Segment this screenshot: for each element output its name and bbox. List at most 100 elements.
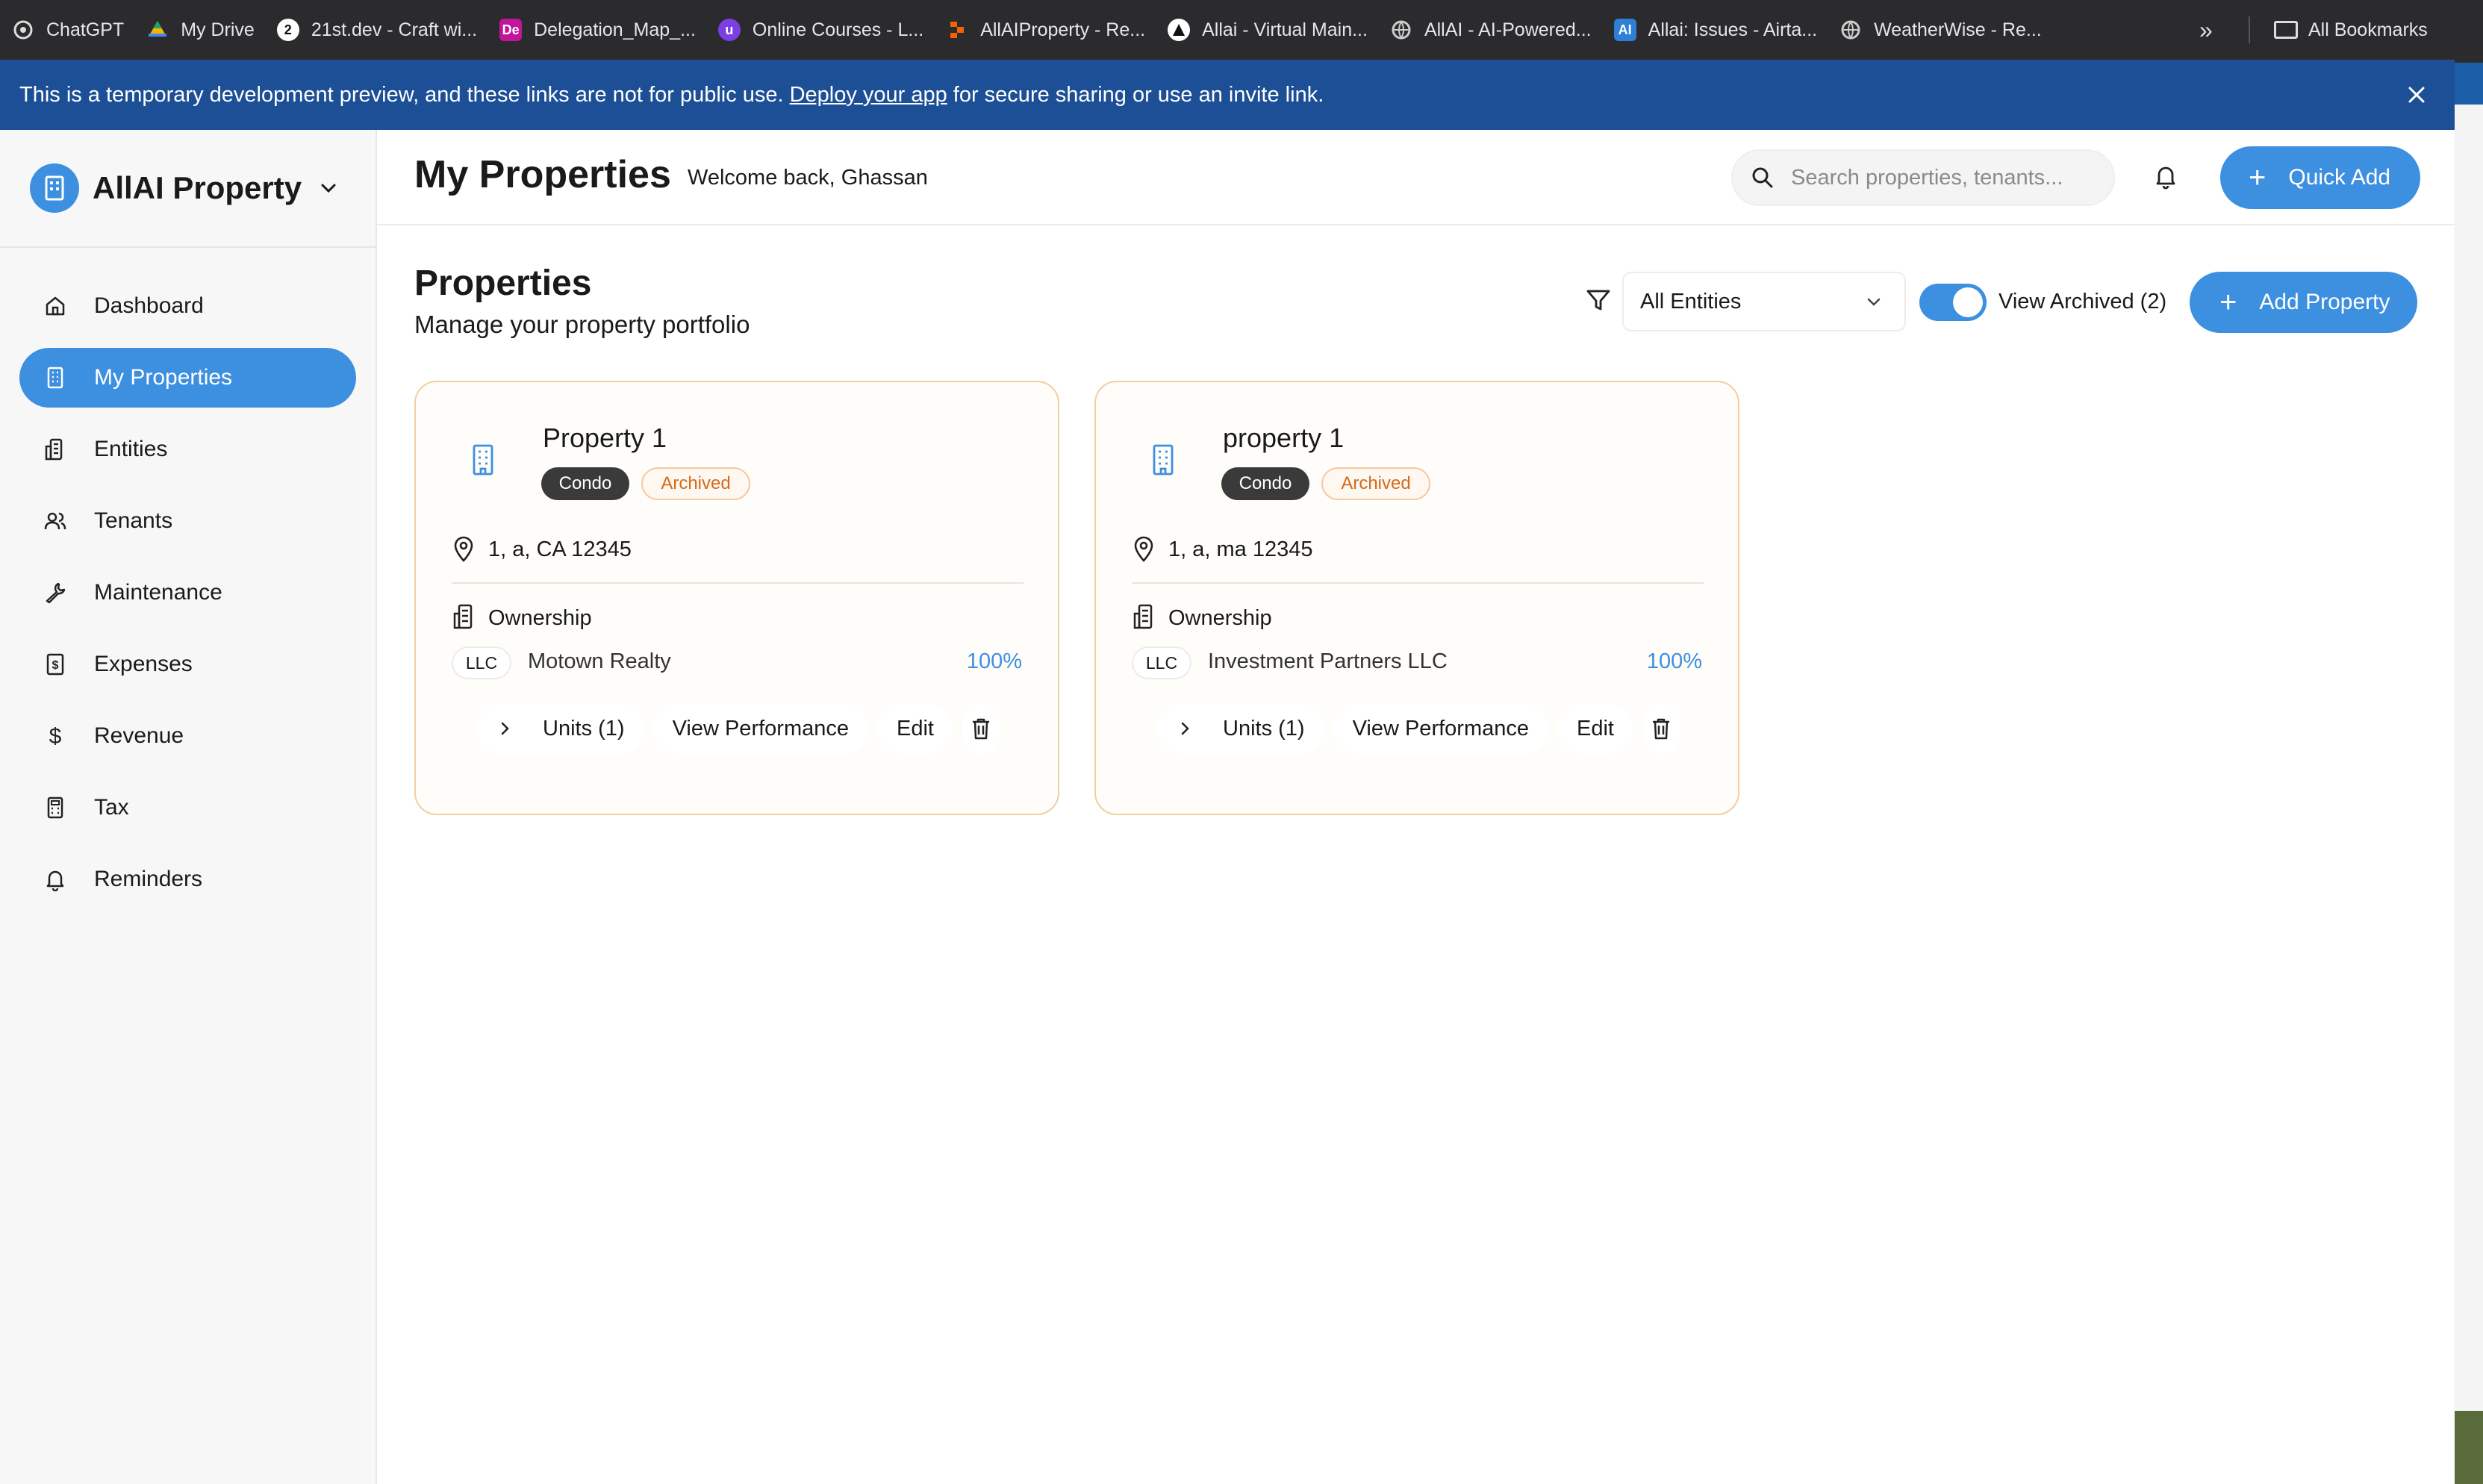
archived-badge: Archived — [1321, 467, 1430, 500]
view-archived-label: View Archived (2) — [1998, 290, 2167, 314]
sidebar-item-label: Revenue — [94, 723, 184, 748]
view-performance-button[interactable]: View Performance — [652, 703, 868, 754]
sidebar-item-entities[interactable]: Entities — [19, 420, 356, 479]
chevron-right-icon — [501, 722, 509, 735]
trash-icon — [972, 718, 989, 740]
welcome-text: Welcome back, Ghassan — [688, 166, 928, 190]
owner-name: Investment Partners LLC — [1208, 649, 1448, 673]
search-box[interactable] — [1731, 149, 2115, 206]
bookmark-label: 21st.dev - Craft wi... — [311, 19, 478, 40]
brand-name: AllAI Property — [93, 170, 302, 205]
add-property-label: Add Property — [2259, 290, 2390, 314]
21st-icon: 2 — [276, 19, 299, 41]
bookmark-my-drive[interactable]: My Drive — [146, 0, 255, 60]
ownership-percentage: 100% — [966, 649, 1022, 673]
delete-button[interactable] — [1642, 703, 1680, 754]
bookmark-label: ChatGPT — [46, 19, 125, 40]
close-icon[interactable] — [2404, 82, 2429, 107]
sidebar: AllAI Property Dashboard My Properties E… — [0, 130, 377, 1484]
home-icon — [42, 293, 69, 319]
card-divider — [452, 582, 1024, 584]
property-card[interactable]: property 1 Condo Archived 1, a, ma 12345… — [1094, 381, 1739, 815]
search-icon — [1752, 167, 1773, 188]
bookmark-delegation-map[interactable]: De Delegation_Map_... — [499, 0, 696, 60]
card-actions: Units (1) View Performance Edit — [477, 703, 1009, 754]
sidebar-item-tenants[interactable]: Tenants — [19, 491, 356, 551]
plus-icon: + — [2219, 286, 2237, 319]
building-icon — [1153, 444, 1174, 476]
sidebar-item-reminders[interactable]: Reminders — [19, 849, 356, 909]
bookmarks-overflow-button[interactable]: » — [2199, 0, 2213, 60]
banner-text: This is a temporary development preview,… — [19, 82, 784, 107]
delete-button[interactable] — [962, 703, 1000, 754]
brand-switcher[interactable]: AllAI Property — [0, 130, 376, 248]
property-type-badge: Condo — [541, 467, 629, 500]
bookmark-label: My Drive — [181, 19, 255, 40]
section-title: Properties — [414, 264, 592, 303]
brand-logo-icon — [30, 163, 79, 213]
sidebar-item-label: Reminders — [94, 867, 203, 891]
page-header: My Properties Welcome back, Ghassan + Qu… — [377, 130, 2455, 225]
sidebar-item-dashboard[interactable]: Dashboard — [19, 276, 356, 336]
adjacent-window-tab — [2455, 63, 2483, 105]
bookmark-label: AllAI - AI-Powered... — [1424, 19, 1592, 40]
deploy-app-link[interactable]: Deploy your app — [790, 83, 947, 107]
add-property-button[interactable]: + Add Property — [2190, 272, 2417, 333]
card-divider — [1132, 582, 1704, 584]
edit-button[interactable]: Edit — [1557, 703, 1633, 754]
page-title: My Properties — [414, 153, 671, 196]
main-content: Properties Manage your property portfoli… — [377, 225, 2455, 1484]
bell-icon — [42, 866, 69, 893]
sidebar-item-tax[interactable]: Tax — [19, 778, 356, 838]
entities-icon — [42, 436, 69, 463]
toggle-knob — [1953, 287, 1983, 317]
sidebar-item-label: My Properties — [94, 365, 233, 390]
bookmark-allai-issues[interactable]: AI Allai: Issues - Airta... — [1613, 0, 1818, 60]
units-label: Units (1) — [1223, 716, 1305, 741]
bookmark-label: AllAIProperty - Re... — [980, 19, 1146, 40]
map-pin-icon — [1134, 536, 1153, 562]
bookmark-allai-ai-powered[interactable]: AllAI - AI-Powered... — [1390, 0, 1592, 60]
property-card[interactable]: Property 1 Condo Archived 1, a, CA 12345… — [414, 381, 1059, 815]
property-name[interactable]: Property 1 — [543, 423, 667, 454]
bookmark-21st-dev[interactable]: 2 21st.dev - Craft wi... — [276, 0, 478, 60]
users-icon — [42, 508, 69, 534]
chevron-down-icon — [1867, 298, 1881, 306]
receipt-icon: $ — [42, 651, 69, 678]
view-performance-button[interactable]: View Performance — [1333, 703, 1548, 754]
replit-icon — [946, 19, 968, 41]
courses-icon: u — [717, 19, 741, 41]
dollar-icon: $ — [42, 723, 69, 749]
entities-icon — [453, 604, 473, 629]
plus-icon: + — [2249, 161, 2267, 194]
globe-icon — [1390, 19, 1412, 41]
ownership-label: Ownership — [1168, 606, 1272, 630]
drive-icon — [146, 19, 169, 41]
bookmark-allaiproperty[interactable]: AllAIProperty - Re... — [946, 0, 1145, 60]
units-button[interactable]: Units (1) — [477, 703, 644, 754]
bookmark-weatherwise[interactable]: WeatherWise - Re... — [1839, 0, 2042, 60]
sidebar-item-revenue[interactable]: $ Revenue — [19, 706, 356, 766]
sidebar-item-maintenance[interactable]: Maintenance — [19, 563, 356, 623]
units-button[interactable]: Units (1) — [1157, 703, 1324, 754]
edit-button[interactable]: Edit — [876, 703, 953, 754]
view-archived-toggle[interactable] — [1919, 284, 1987, 321]
property-name[interactable]: property 1 — [1223, 423, 1344, 454]
bookmark-online-courses[interactable]: u Online Courses - L... — [717, 0, 923, 60]
entity-filter-select[interactable]: All Entities — [1622, 272, 1906, 331]
quick-add-button[interactable]: + Quick Add — [2220, 146, 2420, 209]
sidebar-item-label: Tax — [94, 795, 129, 820]
adjacent-window-edge — [2455, 0, 2483, 1484]
quick-add-label: Quick Add — [2288, 165, 2391, 190]
notifications-bell-icon[interactable] — [2151, 161, 2181, 191]
all-bookmarks-button[interactable]: All Bookmarks — [2274, 0, 2428, 60]
bookmark-label: Allai: Issues - Airta... — [1648, 19, 1818, 40]
sidebar-item-expenses[interactable]: $ Expenses — [19, 635, 356, 694]
bookmark-label: Delegation_Map_... — [534, 19, 696, 40]
search-input[interactable] — [1791, 165, 2090, 190]
bookmark-chatgpt[interactable]: ChatGPT — [12, 0, 124, 60]
sidebar-item-my-properties[interactable]: My Properties — [19, 348, 356, 408]
svg-text:$: $ — [52, 659, 59, 672]
sidebar-nav: Dashboard My Properties Entities Tenants… — [0, 248, 376, 909]
bookmark-allai-virtual[interactable]: Allai - Virtual Main... — [1168, 0, 1368, 60]
